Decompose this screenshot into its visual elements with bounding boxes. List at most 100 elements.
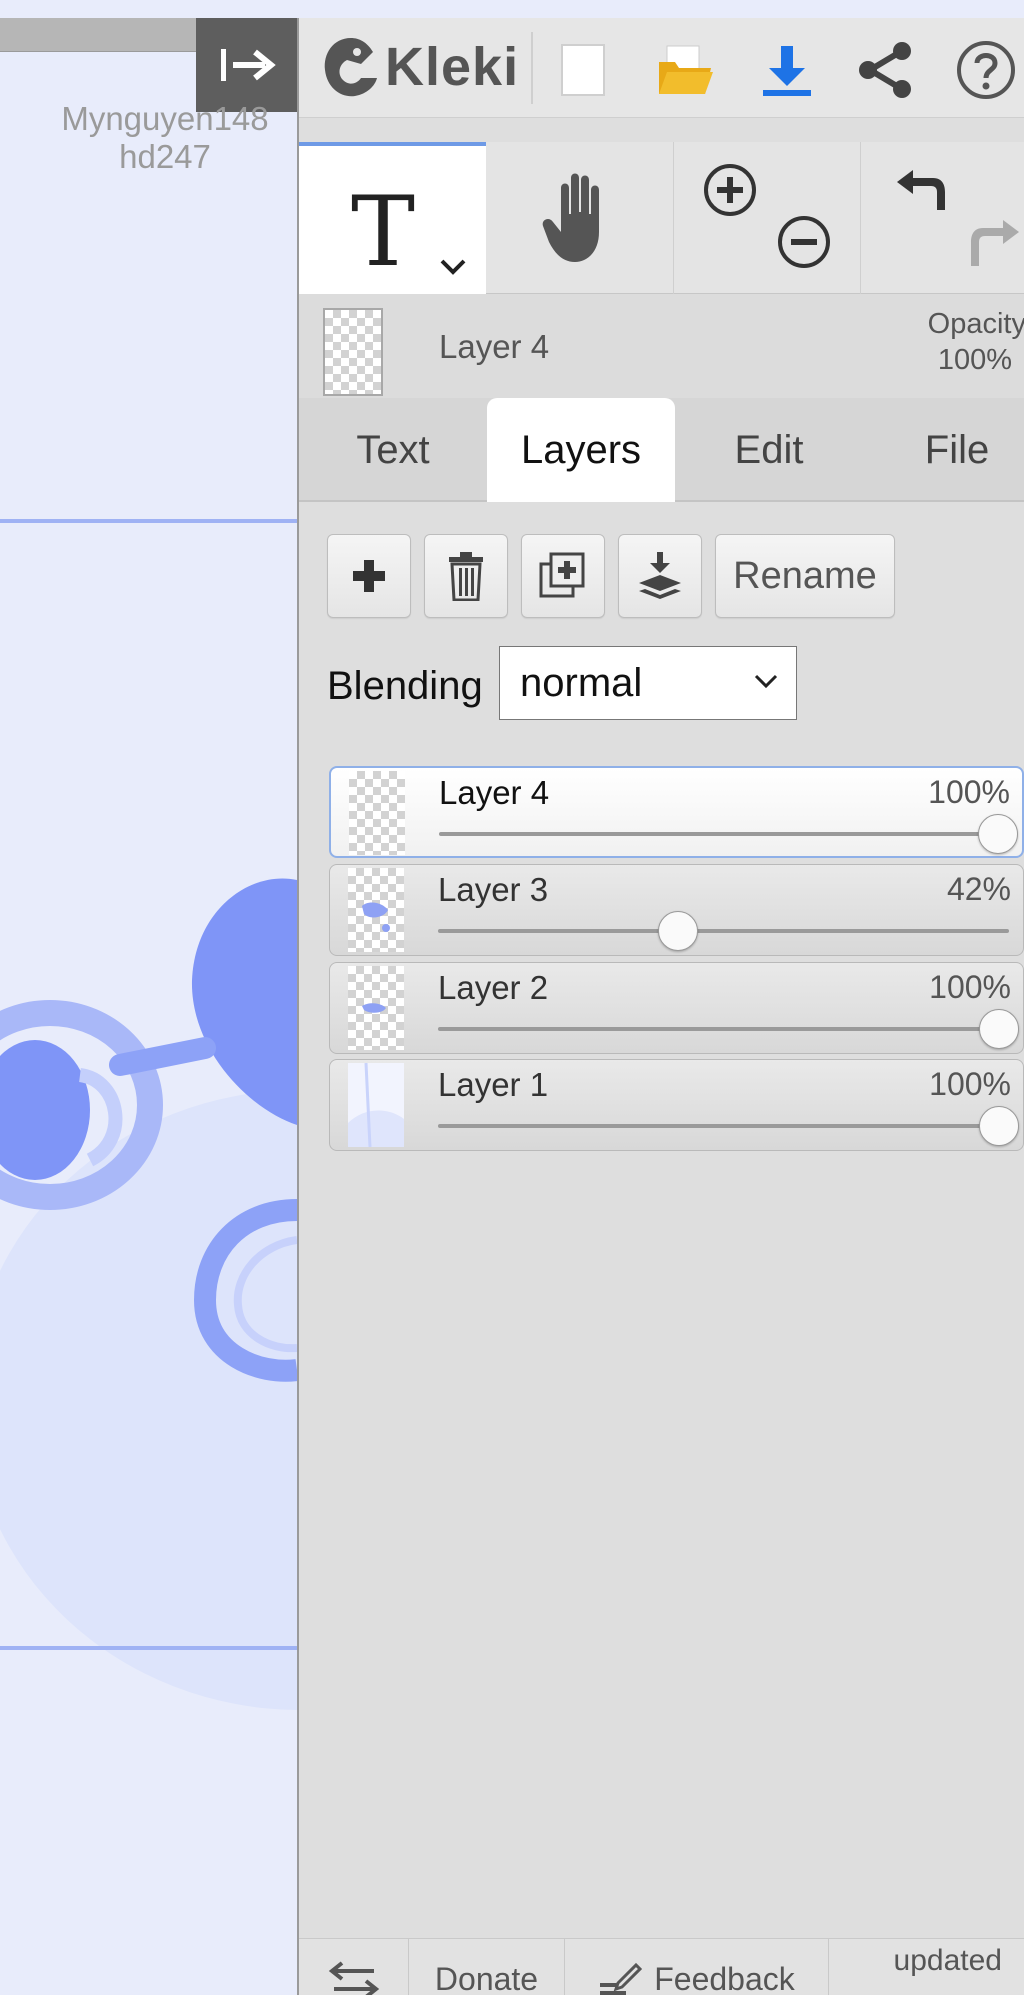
kleki-bird-icon: [324, 38, 377, 97]
artwork: [0, 0, 297, 1995]
new-image-button[interactable]: [543, 36, 623, 104]
layer-thumbnail: [348, 1063, 404, 1147]
add-layer-button[interactable]: [327, 534, 411, 618]
canvas-top-strip: [0, 18, 196, 52]
layer-3-preview: [362, 902, 390, 932]
credit-line-1: Mynguyen148: [61, 100, 269, 137]
credit-line-2: hd247: [119, 138, 211, 175]
undo-icon[interactable]: [893, 164, 953, 220]
layer-row-layer-1[interactable]: Layer 1 100%: [329, 1059, 1024, 1151]
undo-redo-buttons: [863, 142, 1024, 294]
donate-label: Donate: [434, 1961, 539, 1995]
zoom-out-icon[interactable]: [776, 214, 832, 270]
layer-opacity-handle[interactable]: [979, 1009, 1019, 1049]
panel-tabs: Text Layers Edit File: [299, 398, 1024, 502]
chevron-down-icon: [754, 674, 778, 689]
active-layer-name: Layer 4: [439, 328, 550, 365]
layer-opacity-handle[interactable]: [657, 911, 698, 951]
blending-select[interactable]: normal: [499, 646, 797, 720]
updated-label: updated: [893, 1944, 1002, 1977]
tab-file[interactable]: File: [863, 398, 1024, 502]
layer-opacity-value: 42%: [946, 871, 1011, 907]
new-image-icon: [561, 44, 605, 96]
swap-arrows-icon: [328, 1961, 379, 1995]
open-folder-icon: [659, 45, 713, 94]
opacity-value: 100%: [937, 344, 1012, 376]
app-title: Kleki: [385, 37, 520, 97]
help-button[interactable]: [946, 36, 1024, 104]
rename-layer-button[interactable]: Rename: [715, 534, 895, 618]
app-root: Mynguyen148 hd247 Kleki T Layer 4 Opacit…: [0, 0, 1024, 1995]
collapse-arrow-icon: [220, 49, 276, 81]
delete-layer-button[interactable]: [424, 534, 508, 618]
layer-name: Layer 2: [438, 969, 549, 1006]
layer-opacity-value: 100%: [929, 1066, 1011, 1102]
delete-layer-icon: [449, 552, 483, 601]
chevron-down-icon: [440, 259, 466, 275]
layer-opacity-value: 100%: [929, 969, 1011, 1005]
tab-text[interactable]: Text: [299, 398, 487, 502]
tool-row: T: [299, 142, 1024, 294]
open-image-button[interactable]: [645, 36, 725, 104]
header-divider: [531, 32, 533, 104]
layer-thumbnail: [349, 771, 405, 855]
download-button[interactable]: [747, 36, 827, 104]
active-layer-opacity[interactable]: Opacity 100%: [928, 306, 1024, 378]
duplicate-layer-button[interactable]: [521, 534, 605, 618]
layer-name: Layer 3: [438, 871, 549, 908]
merge-down-button[interactable]: [618, 534, 702, 618]
layer-row-layer-3[interactable]: Layer 3 42%: [329, 864, 1024, 956]
layer-thumbnail: [348, 868, 404, 952]
layer-row-layer-4[interactable]: Layer 4 100%: [329, 766, 1024, 858]
feedback-label: Feedback: [654, 1961, 795, 1995]
download-icon: [763, 46, 811, 96]
layer-name: Layer 4: [439, 774, 550, 811]
donate-button[interactable]: Donate: [409, 1939, 565, 1995]
tab-edit[interactable]: Edit: [675, 398, 863, 502]
share-button[interactable]: [845, 36, 925, 104]
duplicate-layer-icon: [539, 552, 585, 598]
share-icon: [859, 42, 911, 98]
app-header: Kleki: [299, 18, 1024, 118]
merge-down-icon: [639, 552, 681, 599]
zoom-buttons: [676, 142, 861, 294]
rename-label: Rename: [733, 554, 877, 597]
text-tool-glyph: T: [351, 176, 416, 288]
layers-panel: Rename Blending normal Layer 4 100% Laye…: [299, 504, 1024, 1944]
side-panel: Kleki T Layer 4 Opacity 100% Text Layers…: [297, 18, 1024, 1995]
layer-row-layer-2[interactable]: Layer 2 100%: [329, 962, 1024, 1054]
active-layer-info: Layer 4 Opacity 100%: [299, 294, 1024, 398]
layer-name: Layer 1: [438, 1066, 549, 1103]
layer-opacity-track[interactable]: [438, 929, 1009, 933]
layer-opacity-track[interactable]: [439, 832, 1008, 836]
swap-side-button[interactable]: [299, 1939, 409, 1995]
layer-opacity-handle[interactable]: [978, 814, 1018, 854]
hand-icon: [542, 173, 599, 262]
help-icon: [957, 41, 1015, 99]
feedback-pencil-icon: [600, 1962, 643, 1995]
blending-value: normal: [520, 660, 643, 705]
redo-icon[interactable]: [963, 214, 1023, 270]
text-tool-button[interactable]: T: [299, 142, 486, 294]
kleki-logo[interactable]: Kleki: [321, 32, 519, 102]
hand-tool-button[interactable]: [489, 142, 674, 294]
zoom-in-icon[interactable]: [702, 162, 758, 218]
feedback-button[interactable]: Feedback: [565, 1939, 829, 1995]
layer-opacity-track[interactable]: [438, 1124, 1009, 1128]
layer-2-preview: [362, 1003, 386, 1013]
panel-footer: Donate Feedback updated: [299, 1938, 1024, 1995]
drawing-canvas[interactable]: Mynguyen148 hd247: [0, 0, 297, 1995]
active-layer-thumbnail: [323, 308, 383, 396]
updated-info[interactable]: updated: [894, 1945, 1002, 1977]
layer-1-preview: [348, 1063, 404, 1147]
tab-layers[interactable]: Layers: [487, 398, 675, 502]
layer-opacity-value: 100%: [928, 774, 1010, 810]
layer-opacity-track[interactable]: [438, 1027, 1009, 1031]
add-layer-icon: [353, 560, 385, 592]
blending-label: Blending: [327, 664, 483, 708]
artwork-credit: Mynguyen148 hd247: [20, 100, 297, 176]
layer-opacity-handle[interactable]: [979, 1106, 1019, 1146]
opacity-label: Opacity: [927, 308, 1024, 340]
collapse-panel-button[interactable]: [196, 18, 297, 112]
layer-thumbnail: [348, 966, 404, 1050]
